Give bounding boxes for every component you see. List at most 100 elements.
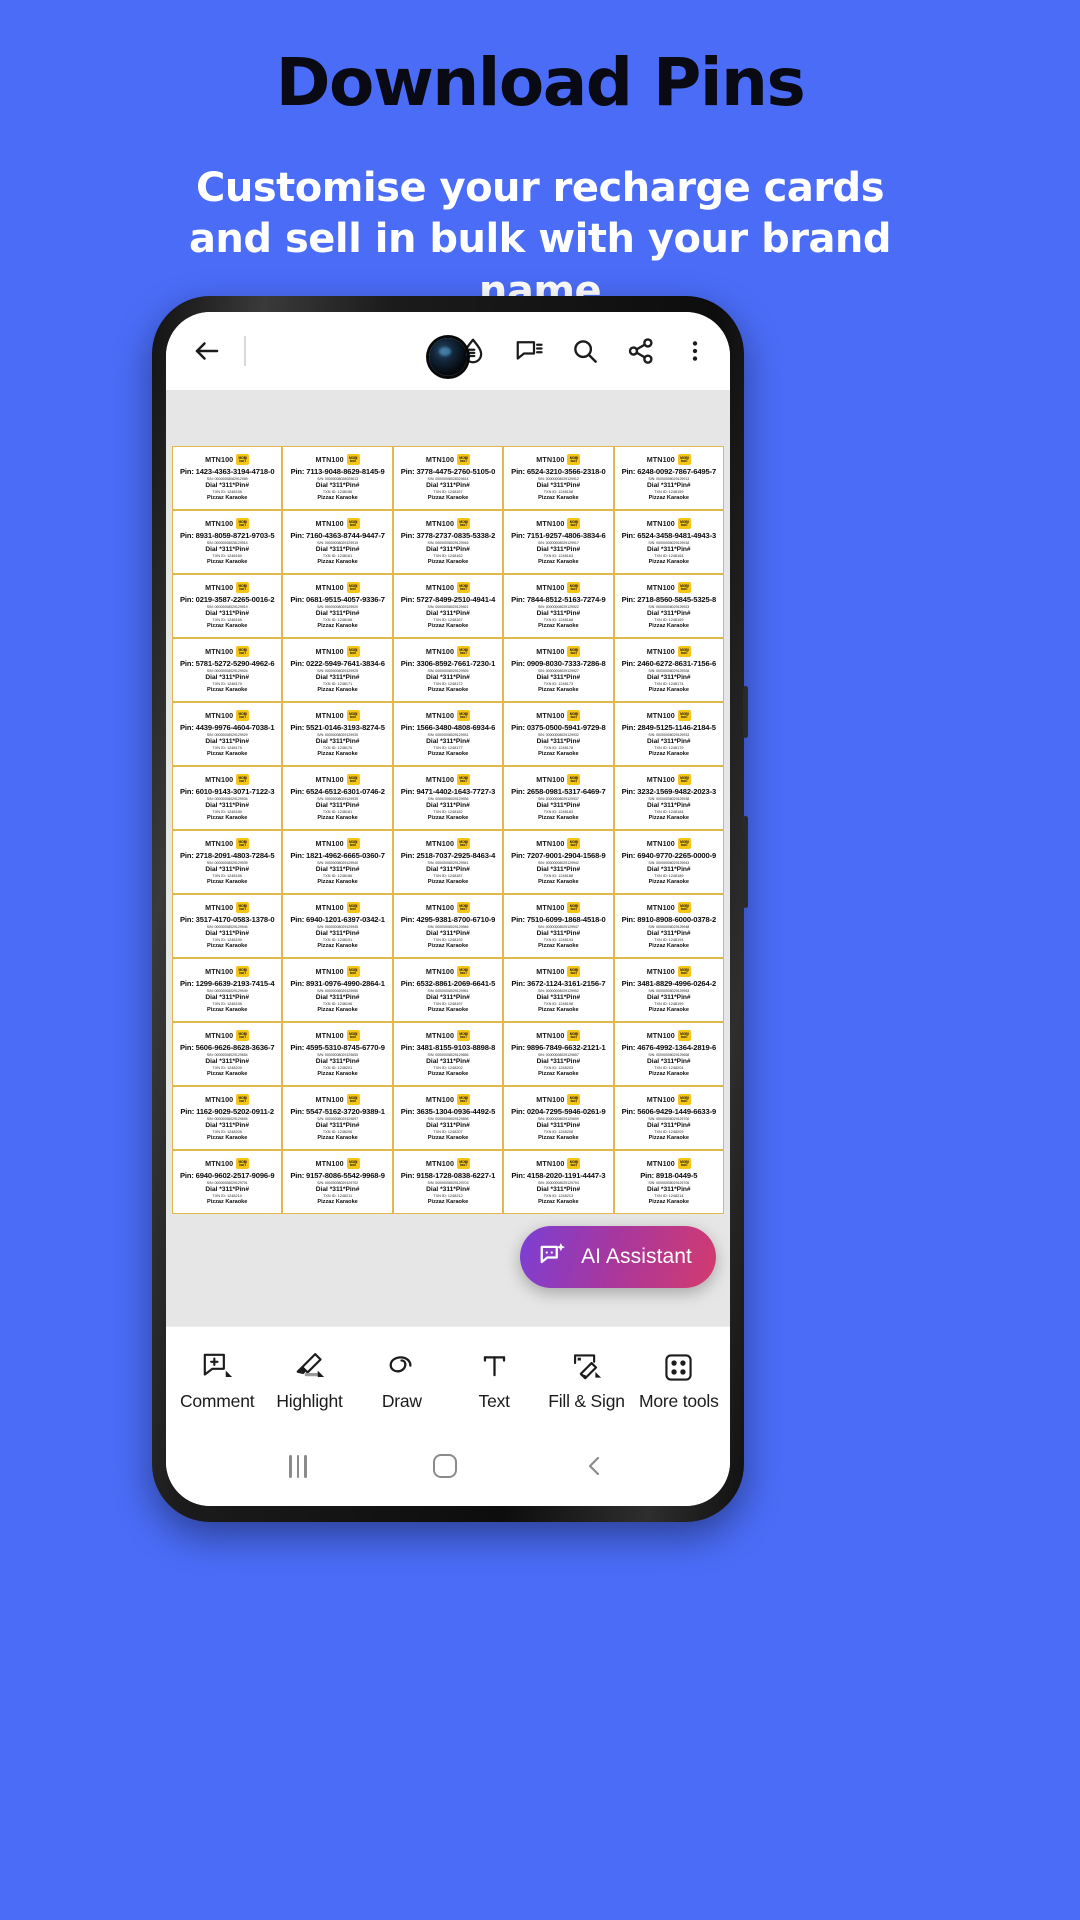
card-pin: Pin: 6524-6512-6301-0746-2 (290, 787, 385, 797)
recharge-card: MTN100 MOBI tooT Pin: 3517-4170-0583-1378-0… (172, 894, 283, 958)
home-button[interactable] (432, 1454, 457, 1478)
card-txn-id: TXN ID: 1248213 (543, 1193, 574, 1198)
card-txn-id: TXN ID: 1248180 (212, 809, 242, 814)
recharge-card: MTN100 MOBI tooT Pin: 4439-9976-4604-7038-1… (172, 702, 283, 766)
card-txn-id: TXN ID: 1248193 (543, 937, 574, 942)
mobitool-logo-icon: MOBI tooT (346, 774, 360, 786)
card-txn-id: TXN ID: 1248194 (654, 937, 684, 942)
card-merchant: Pizzaz Karaoke (427, 494, 469, 501)
tool-draw[interactable]: Draw (357, 1350, 447, 1412)
card-serial: S/N: 00000008029129912 (537, 476, 579, 481)
card-merchant: Pizzaz Karaoke (538, 1006, 579, 1013)
card-serial: S/N: 00000008029129933 (648, 732, 690, 737)
card-merchant: Pizzaz Karaoke (538, 494, 579, 501)
mobitool-logo-icon: MOBI tooT (236, 454, 250, 466)
card-brand: MTN100 (646, 775, 675, 785)
card-serial: S/N: 00000008029129657 (537, 1052, 579, 1057)
card-brand-row: MTN100 MOBI tooT (176, 966, 278, 978)
card-txn-id: TXN ID: 1248179 (654, 745, 684, 750)
card-brand: MTN100 (536, 455, 565, 465)
card-merchant: Pizzaz Karaoke (206, 622, 248, 629)
card-dial-code: Dial *311*Pin# (536, 993, 581, 1001)
card-brand-row: MTN100 MOBI tooT (286, 838, 388, 850)
mobitool-logo-icon: MOBI tooT (346, 582, 360, 594)
card-txn-id: TXN ID: 1248155 (212, 489, 242, 494)
card-serial: S/N: 00000008029129944 (206, 924, 248, 929)
card-dial-code: Dial *311*Pin# (536, 865, 581, 873)
card-txn-id: TXN ID: 1248181 (322, 809, 353, 814)
card-serial: S/N: 00000008029129924 (206, 668, 248, 673)
card-brand-row: MTN100 MOBI tooT (397, 966, 499, 978)
card-brand-row: MTN100 MOBI tooT (397, 710, 499, 722)
page-title: Download Pins (275, 44, 806, 121)
recharge-card: MTN100 MOBI tooT Pin: 0909-8030-7333-7286-8… (503, 638, 614, 702)
tool-comment[interactable]: Comment (172, 1350, 262, 1412)
tool-more-tools[interactable]: More tools (634, 1350, 724, 1412)
card-merchant: Pizzaz Karaoke (648, 750, 689, 757)
card-pin: Pin: 4158-2020-1191-4447-3 (511, 1171, 606, 1181)
card-dial-code: Dial *311*Pin# (205, 929, 249, 937)
card-brand-row: MTN100 MOBI tooT (397, 518, 499, 530)
mobitool-logo-icon: MOBI tooT (236, 774, 250, 786)
card-pin: Pin: 2849-5125-1146-2184-5 (621, 723, 716, 733)
card-pin: Pin: 0681-9515-4057-9336-7 (290, 595, 385, 605)
card-merchant: Pizzaz Karaoke (206, 1134, 248, 1141)
card-txn-id: TXN ID: 1248171 (322, 681, 353, 686)
card-brand-row: MTN100 MOBI tooT (507, 774, 609, 786)
share-icon[interactable] (626, 336, 656, 366)
mobitool-logo-icon: MOBI tooT (346, 902, 360, 914)
comment-icon[interactable] (514, 336, 544, 366)
mobitool-logo-icon: MOBI tooT (236, 1094, 250, 1106)
card-pin: Pin: 0219-3587-2265-0016-2 (179, 595, 275, 605)
card-pin: Pin: 4595-5310-8745-6770-9 (290, 1043, 385, 1053)
card-brand-row: MTN100 MOBI tooT (618, 646, 720, 658)
overflow-menu-icon[interactable] (682, 336, 708, 366)
recharge-card: MTN100 MOBI tooT Pin: 5606-9429-1449-6633-9… (613, 1086, 724, 1150)
card-brand-row: MTN100 MOBI tooT (286, 966, 388, 978)
card-brand: MTN100 (536, 1095, 565, 1105)
back-button[interactable] (192, 336, 222, 366)
card-brand: MTN100 (536, 775, 565, 785)
card-brand-row: MTN100 MOBI tooT (286, 710, 388, 722)
mobitool-logo-icon: MOBI tooT (236, 902, 250, 914)
mobitool-logo-icon: MOBI tooT (457, 838, 471, 850)
card-dial-code: Dial *311*Pin# (315, 737, 360, 745)
mobitool-logo-icon: MOBI tooT (677, 454, 691, 466)
mobitool-logo-icon: MOBI tooT (346, 1158, 360, 1170)
recents-button[interactable] (289, 1454, 307, 1478)
card-serial: S/N: 00000008029129704 (537, 1180, 579, 1185)
card-serial: S/N: 00000008029129932 (537, 732, 579, 737)
card-dial-code: Dial *311*Pin# (315, 929, 360, 937)
card-pin: Pin: 7510-6099-1868-4518-0 (511, 915, 606, 925)
card-serial: S/N: 00000008029129936 (427, 796, 469, 801)
mobitool-logo-icon: MOBI tooT (567, 518, 581, 530)
mobitool-logo-icon: MOBI tooT (457, 774, 471, 786)
card-serial: S/N: 00000008029129699 (537, 1116, 579, 1121)
search-icon[interactable] (570, 336, 600, 366)
mobitool-logo-icon: MOBI tooT (567, 1094, 581, 1106)
mobitool-logo-icon: MOBI tooT (346, 838, 360, 850)
card-serial: S/N: 00000008029129928 (648, 668, 690, 673)
card-txn-id: TXN ID: 1248183 (543, 809, 574, 814)
ai-assistant-button[interactable]: AI Assistant (520, 1226, 716, 1288)
card-brand-row: MTN100 MOBI tooT (397, 1030, 499, 1042)
card-brand-row: MTN100 MOBI tooT (397, 1158, 499, 1170)
card-brand: MTN100 (205, 647, 234, 657)
card-brand-row: MTN100 MOBI tooT (618, 518, 720, 530)
card-merchant: Pizzaz Karaoke (648, 686, 689, 693)
system-back-button[interactable] (583, 1454, 607, 1478)
mobitool-logo-icon: MOBI tooT (677, 582, 691, 594)
pdf-document-viewer[interactable]: MTN100 MOBI tooT Pin: 1423-4363-3194-4718-0… (166, 390, 730, 1326)
promo-subtitle: Customise your recharge cards and sell i… (188, 165, 892, 314)
card-serial: S/N: 00000008029129943 (648, 860, 690, 865)
card-brand-row: MTN100 MOBI tooT (176, 774, 278, 786)
recharge-card: MTN100 MOBI tooT Pin: 3778-4475-2760-5105-0… (392, 446, 504, 510)
tool-fill-and-sign[interactable]: Fill & Sign (541, 1350, 631, 1412)
recharge-card: MTN100 MOBI tooT Pin: 7160-4363-8744-9447-7… (282, 510, 393, 574)
tool-text[interactable]: Text (449, 1350, 539, 1412)
card-serial: S/N: 00000008029129922 (537, 604, 579, 609)
card-brand-row: MTN100 MOBI tooT (618, 966, 720, 978)
tool-highlight[interactable]: Highlight (264, 1350, 354, 1412)
promo-header: Download Pins Customise your recharge ca… (0, 0, 1080, 317)
card-merchant: Pizzaz Karaoke (427, 686, 469, 693)
